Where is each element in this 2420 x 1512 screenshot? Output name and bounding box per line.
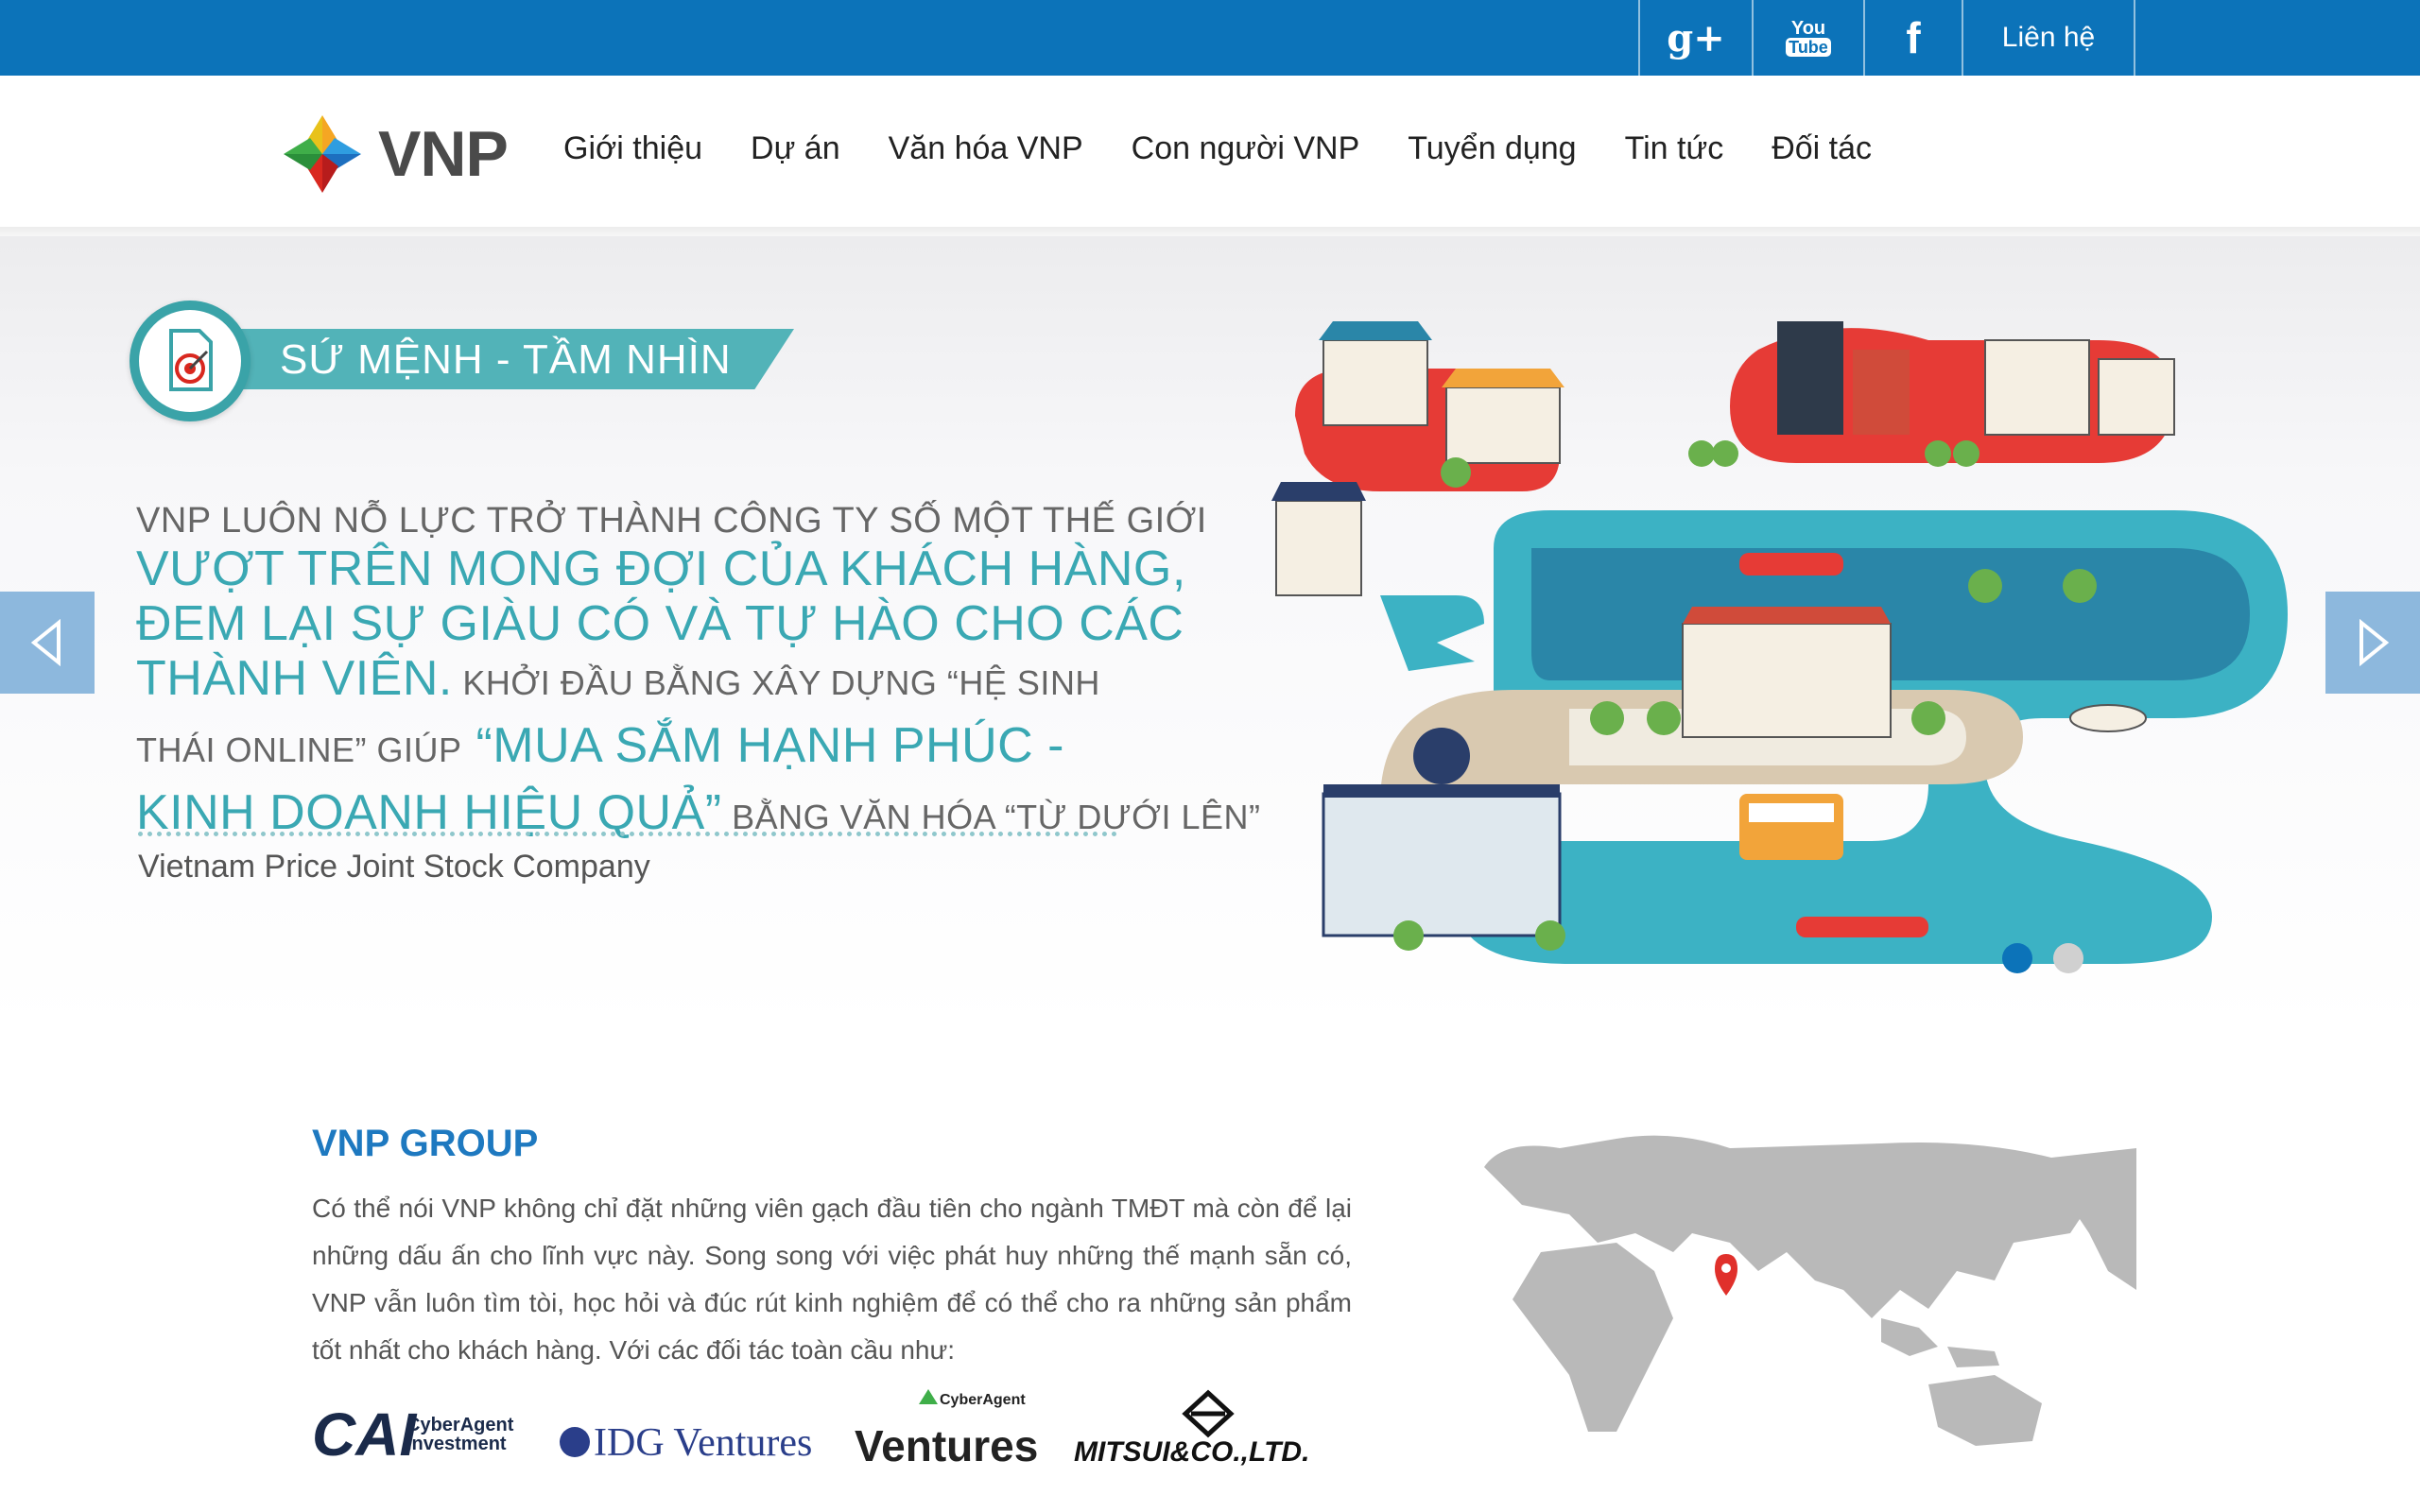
slider-prev-button[interactable] [0, 592, 95, 694]
youtube-icon-top: You [1790, 18, 1826, 39]
top-bar: g+ You Tube f Liên hệ [0, 0, 2420, 76]
nav-item-doi-tac[interactable]: Đối tác [1772, 130, 1872, 167]
cyberagent-ventures-logo[interactable]: CyberAgent Ventures [855, 1389, 1038, 1470]
cyberagent-investment-logo[interactable]: CAI CyberAgent Investment [312, 1400, 514, 1469]
contact-label: Liên hệ [2001, 22, 2096, 53]
youtube-icon: You Tube [1786, 19, 1831, 57]
mission-badge [130, 301, 251, 421]
contact-link[interactable]: Liên hệ [1962, 0, 2135, 76]
mitsui-logo[interactable]: MITSUI&CO.,LTD. [1074, 1389, 1309, 1468]
world-map [1484, 1135, 2136, 1446]
target-document-icon [169, 329, 213, 391]
mission-line-4-big: THÀNH VIÊN. [136, 651, 453, 706]
city-illustration [1271, 321, 2288, 964]
dotted-divider [138, 832, 1117, 836]
location-pin-icon [1715, 1254, 1737, 1296]
slider-dot-2[interactable] [2053, 943, 2083, 973]
partner-1-main: CAI [312, 1400, 417, 1469]
slider-next-button[interactable] [2325, 592, 2420, 694]
idg-ventures-logo[interactable]: IDG Ventures [560, 1421, 812, 1465]
mission-line-6-small: BẰNG VĂN HÓA “TỪ DƯỚI LÊN” [721, 798, 1261, 836]
vnp-logo-icon [284, 115, 361, 193]
company-name: Vietnam Price Joint Stock Company [138, 849, 650, 885]
nav-item-con-nguoi[interactable]: Con người VNP [1132, 130, 1360, 167]
mission-banner-label: SỨ MỆNH - TẦM NHÌN [280, 336, 732, 383]
nav-item-gioi-thieu[interactable]: Giới thiệu [563, 130, 702, 167]
slider-dot-1[interactable] [2002, 943, 2032, 973]
nav-item-tin-tuc[interactable]: Tin tức [1625, 130, 1724, 167]
slider-pagination [2002, 943, 2083, 973]
partner-logos: CAI CyberAgent Investment IDG Ventures C… [312, 1389, 1309, 1470]
mission-line-3: ĐEM LẠI SỰ GIÀU CÓ VÀ TỰ HÀO CHO CÁC [136, 596, 1184, 651]
chevron-right-icon [2360, 619, 2390, 666]
partner-4-main: MITSUI&CO.,LTD. [1074, 1436, 1309, 1468]
mission-line-4-small: KHỞI ĐẦU BẰNG XÂY DỰNG “HỆ SINH [452, 663, 1100, 702]
mission-statement: VNP LUÔN NỖ LỰC TRỞ THÀNH CÔNG TY SỐ MỘT… [136, 501, 1260, 852]
section-title: VNP GROUP [312, 1123, 539, 1164]
mission-line-4: THÀNH VIÊN. KHỞI ĐẦU BẰNG XÂY DỰNG “HỆ S… [136, 651, 1138, 718]
facebook-button[interactable]: f [1863, 0, 1962, 76]
nav-item-du-an[interactable]: Dự án [751, 130, 840, 167]
facebook-icon: f [1906, 13, 1921, 62]
main-nav: Giới thiệu Dự án Văn hóa VNP Con người V… [563, 130, 1920, 167]
header-divider [0, 227, 2420, 236]
mission-line-5: THÁI ONLINE” GIÚP “MUA SẮM HẠNH PHÚC - [136, 718, 1138, 785]
partner-2-main: IDG Ventures [594, 1421, 812, 1465]
chevron-left-icon [30, 619, 60, 666]
youtube-button[interactable]: You Tube [1752, 0, 1863, 76]
mission-line-2: VƯỢT TRÊN MONG ĐỢI CỦA KHÁCH HÀNG, [136, 541, 1186, 596]
google-plus-button[interactable]: g+ [1638, 0, 1752, 76]
nav-item-van-hoa[interactable]: Văn hóa VNP [889, 130, 1083, 167]
partner-3-main: Ventures [855, 1421, 1038, 1470]
partner-1-sub1: CyberAgent [406, 1415, 514, 1435]
mission-line-1: VNP LUÔN NỖ LỰC TRỞ THÀNH CÔNG TY SỐ MỘT… [136, 501, 1207, 541]
logo-text: VNP [378, 118, 509, 190]
mission-line-5-big: “MUA SẮM HẠNH PHÚC - [461, 718, 1064, 773]
partner-1-sub2: Investment [406, 1434, 507, 1454]
partner-3-top: CyberAgent [940, 1392, 1026, 1408]
google-plus-icon: g+ [1667, 15, 1725, 60]
nav-item-tuyen-dung[interactable]: Tuyển dụng [1408, 130, 1576, 167]
logo[interactable]: VNP [282, 113, 509, 195]
mission-line-5-small: THÁI ONLINE” GIÚP [136, 730, 462, 769]
youtube-icon-bottom: Tube [1786, 38, 1831, 57]
section-description: Có thể nói VNP không chỉ đặt những viên … [312, 1194, 1352, 1365]
mission-line-6: KINH DOANH HIỆU QUẢ” BẰNG VĂN HÓA “TỪ DƯ… [136, 785, 1260, 852]
